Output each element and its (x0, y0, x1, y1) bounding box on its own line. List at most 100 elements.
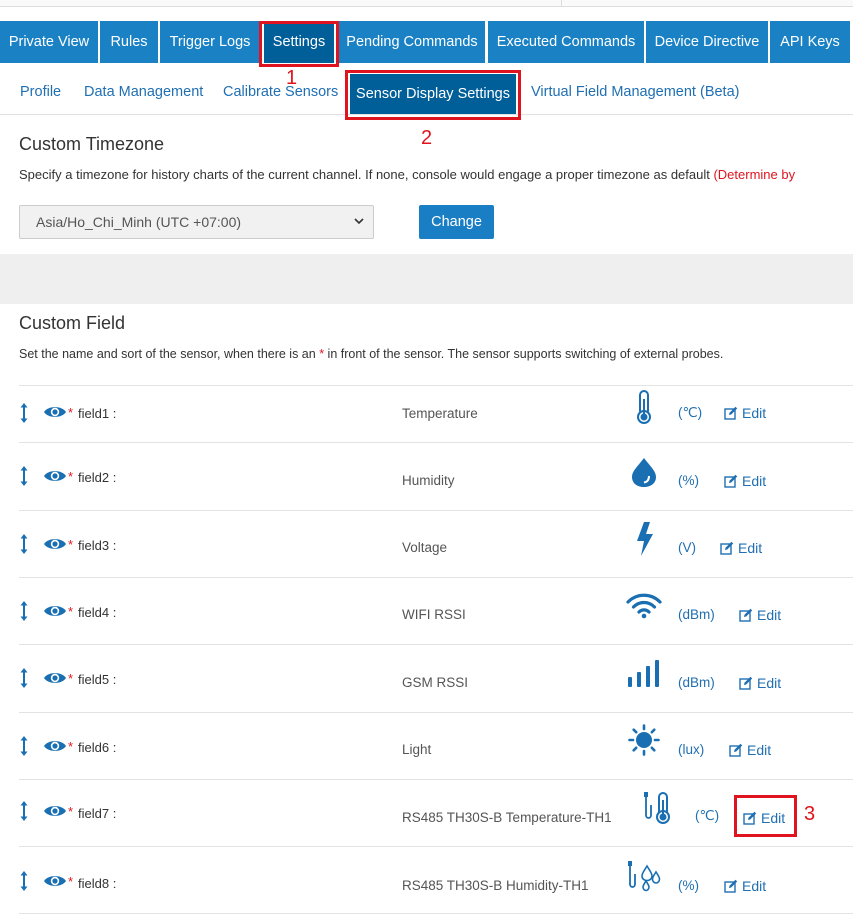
eye-icon[interactable] (43, 536, 67, 552)
sensor-unit: (℃) (695, 808, 720, 823)
timezone-selected-value: Asia/Ho_Chi_Minh (UTC +07:00) (36, 214, 242, 230)
tab-executed-commands[interactable]: Executed Commands (488, 21, 644, 63)
sort-arrows-icon[interactable] (19, 402, 29, 424)
edit-icon (739, 608, 753, 622)
annotation-number-3: 3 (804, 803, 816, 825)
field-row-2: * field2 : Humidity (%) Edit (19, 442, 853, 510)
edit-button[interactable]: Edit (739, 675, 781, 691)
tab-pending-commands[interactable]: Pending Commands (339, 21, 485, 63)
field-row-3: * field3 : Voltage (V) Edit (19, 510, 853, 577)
tab-trigger-logs[interactable]: Trigger Logs (160, 21, 260, 63)
edit-icon (743, 811, 757, 825)
required-star: * (68, 405, 74, 420)
sort-arrows-icon[interactable] (19, 465, 29, 487)
subtab-virtual-field-management[interactable]: Virtual Field Management (Beta) (531, 68, 739, 115)
edit-label: Edit (742, 405, 767, 421)
custom-field-desc-after: in front of the sensor. The sensor suppo… (324, 347, 724, 361)
sun-icon (628, 724, 660, 756)
sort-arrows-icon[interactable] (19, 800, 29, 822)
eye-icon[interactable] (43, 468, 67, 484)
edit-button[interactable]: Edit (724, 473, 766, 489)
sensor-unit: (V) (678, 540, 696, 555)
edit-label: Edit (738, 540, 763, 556)
field-key: field5 : (78, 672, 117, 687)
subtab-sensor-display-settings[interactable]: Sensor Display Settings (350, 74, 516, 114)
tab-private-view[interactable]: Private View (0, 21, 98, 63)
custom-field-description: Set the name and sort of the sensor, whe… (19, 347, 723, 361)
tab-rules[interactable]: Rules (100, 21, 158, 63)
edit-icon (720, 541, 734, 555)
eye-icon[interactable] (43, 603, 67, 619)
sensor-name: RS485 TH30S-B Humidity-TH1 (402, 878, 589, 893)
sort-arrows-icon[interactable] (19, 870, 29, 892)
timezone-description-text: Specify a timezone for history charts of… (19, 167, 714, 182)
annotation-number-2: 2 (421, 127, 433, 149)
tab-device-directive[interactable]: Device Directive (646, 21, 768, 63)
field-row-1: * field1 : Temperature (℃) Edit (19, 385, 853, 442)
subtab-data-management[interactable]: Data Management (84, 68, 203, 115)
chevron-down-icon (354, 218, 364, 225)
change-timezone-button[interactable]: Change (419, 205, 494, 239)
sensor-unit: (%) (678, 473, 699, 488)
sensor-name: Humidity (402, 473, 455, 488)
field-row-5: * field5 : GSM RSSI (dBm) Edit (19, 644, 853, 712)
required-star: * (68, 537, 74, 552)
edit-button[interactable]: Edit (720, 540, 762, 556)
tab-settings[interactable]: Settings (264, 21, 334, 63)
divider (561, 0, 562, 7)
sub-nav: Profile Data Management Calibrate Sensor… (0, 68, 853, 115)
sensor-unit: (dBm) (678, 607, 715, 622)
sort-arrows-icon[interactable] (19, 667, 29, 689)
probe-humidity-icon (628, 861, 661, 892)
edit-label: Edit (742, 473, 767, 489)
edit-button[interactable]: Edit (724, 878, 766, 894)
field-key: field8 : (78, 876, 117, 891)
eye-icon[interactable] (43, 803, 67, 819)
field-row-7: * field7 : RS485 TH30S-B Temperature-TH1… (19, 779, 853, 846)
eye-icon[interactable] (43, 738, 67, 754)
required-star: * (68, 874, 74, 889)
edit-button[interactable]: Edit (739, 607, 781, 623)
probe-thermometer-icon (644, 792, 670, 824)
edit-icon (724, 879, 738, 893)
water-drop-icon (632, 458, 656, 487)
required-star: * (68, 604, 74, 619)
sort-arrows-icon[interactable] (19, 735, 29, 757)
required-star: * (68, 671, 74, 686)
edit-button[interactable]: Edit (724, 405, 766, 421)
field-key: field6 : (78, 740, 117, 755)
edit-icon (729, 743, 743, 757)
edit-button[interactable]: Edit (743, 810, 785, 826)
edit-label: Edit (761, 810, 786, 826)
required-star: * (68, 804, 74, 819)
field-key: field7 : (78, 806, 117, 821)
edit-icon (739, 676, 753, 690)
timezone-description-note: (Determine by (713, 167, 796, 182)
timezone-title: Custom Timezone (19, 134, 165, 154)
sort-arrows-icon[interactable] (19, 600, 29, 622)
edit-label: Edit (742, 878, 767, 894)
edit-icon (724, 406, 738, 420)
sensor-name: RS485 TH30S-B Temperature-TH1 (402, 810, 612, 825)
sort-arrows-icon[interactable] (19, 533, 29, 555)
edit-button[interactable]: Edit (729, 742, 771, 758)
field-key: field4 : (78, 605, 117, 620)
subtab-calibrate-sensors[interactable]: Calibrate Sensors (223, 68, 338, 115)
eye-icon[interactable] (43, 670, 67, 686)
custom-field-desc-before: Set the name and sort of the sensor, whe… (19, 347, 320, 361)
timezone-select[interactable]: Asia/Ho_Chi_Minh (UTC +07:00) (19, 205, 374, 239)
edit-label: Edit (757, 675, 782, 691)
sensor-unit: (℃) (678, 405, 703, 420)
eye-icon[interactable] (43, 404, 67, 420)
signal-bars-icon (628, 660, 659, 687)
sensor-unit: (%) (678, 878, 699, 893)
tab-api-keys[interactable]: API Keys (770, 21, 850, 63)
field-key: field2 : (78, 470, 117, 485)
eye-icon[interactable] (43, 873, 67, 889)
sensor-name: Light (402, 742, 432, 757)
sensor-name: Temperature (402, 406, 478, 421)
edit-label: Edit (747, 742, 772, 758)
subtab-profile[interactable]: Profile (20, 68, 61, 115)
lightning-icon (637, 522, 653, 556)
sensor-unit: (lux) (678, 742, 705, 757)
